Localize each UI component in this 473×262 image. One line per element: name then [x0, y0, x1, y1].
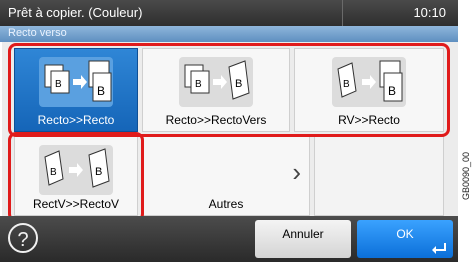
highlight-row-2	[8, 132, 144, 222]
options-panel: B B Recto>>Recto B B Recto>>RectoVers B …	[2, 42, 458, 222]
screen-title: Recto verso	[8, 27, 67, 39]
ok-button[interactable]: OK	[357, 220, 453, 258]
ok-label: OK	[396, 227, 414, 241]
status-message: Prêt à copier. (Couleur)	[8, 5, 143, 20]
option-autres[interactable]: › Autres	[142, 136, 310, 216]
enter-icon	[432, 243, 446, 254]
status-divider	[342, 0, 343, 26]
cancel-label: Annuler	[282, 227, 324, 241]
status-bar: Prêt à copier. (Couleur) 10:10	[0, 0, 458, 26]
empty-slot	[314, 136, 444, 216]
screen-title-bar: Recto verso	[0, 26, 458, 42]
highlight-row-1	[8, 43, 450, 137]
figure-code: GB0090_00	[461, 151, 471, 200]
cancel-button[interactable]: Annuler	[255, 220, 351, 258]
option-label: Autres	[208, 197, 244, 211]
screen: Prêt à copier. (Couleur) 10:10 Recto ver…	[0, 0, 458, 262]
chevron-right-icon: ›	[292, 157, 301, 187]
bottom-bar: ? Annuler OK	[0, 216, 458, 262]
help-button[interactable]: ?	[8, 223, 38, 253]
status-time: 10:10	[413, 5, 446, 20]
